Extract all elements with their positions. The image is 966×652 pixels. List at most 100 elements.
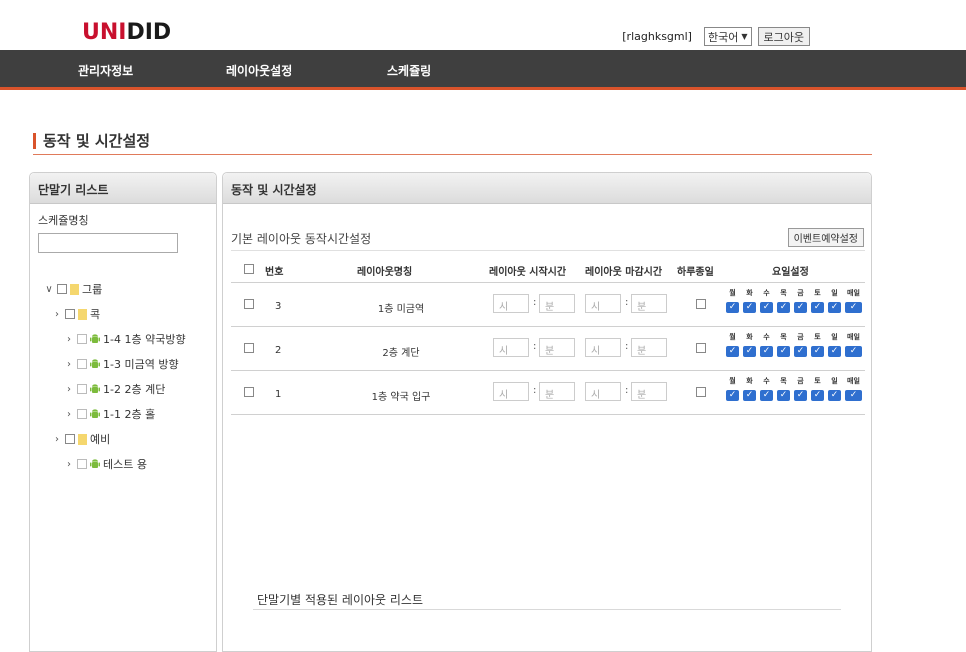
day-checkbox-everyday[interactable]: ✓ (845, 302, 862, 313)
tree-checkbox[interactable] (77, 409, 87, 419)
day-checkbox-tue[interactable]: ✓ (743, 302, 756, 313)
tree-checkbox[interactable] (57, 284, 67, 294)
time-colon: : (625, 297, 629, 308)
day-checkbox-tue[interactable]: ✓ (743, 346, 756, 357)
tree-checkbox[interactable] (77, 334, 87, 344)
day-label-wed: 수 (763, 377, 770, 385)
chevron-right-icon[interactable]: › (64, 384, 74, 395)
tree-node-folder[interactable]: › 콕 (52, 306, 100, 322)
day-checkbox-sat[interactable]: ✓ (811, 302, 824, 313)
day-checkbox-sun[interactable]: ✓ (828, 302, 841, 313)
day-checkbox-thu[interactable]: ✓ (777, 390, 790, 401)
tree-node-device[interactable]: › 1-1 2층 홀 (64, 406, 155, 422)
day-checkbox-sun[interactable]: ✓ (828, 390, 841, 401)
end-minute-input[interactable]: 분 (631, 338, 667, 357)
nav-item-admin-info[interactable]: 관리자정보 (78, 62, 133, 79)
row-checkbox[interactable] (244, 343, 254, 353)
day-checkbox-everyday[interactable]: ✓ (845, 390, 862, 401)
end-hour-input[interactable]: 시 (585, 382, 621, 401)
day-checkbox-wed[interactable]: ✓ (760, 346, 773, 357)
select-all-checkbox[interactable] (244, 264, 254, 274)
chevron-right-icon[interactable]: › (64, 409, 74, 420)
start-hour-input[interactable]: 시 (493, 382, 529, 401)
nav-item-scheduling[interactable]: 스케쥴링 (387, 62, 431, 79)
day-checkbox-wed[interactable]: ✓ (760, 390, 773, 401)
action-time-panel: 동작 및 시간설정 기본 레이아웃 동작시간설정 이벤트예약설정 번호 레이아웃… (222, 172, 872, 652)
folder-icon (70, 283, 79, 295)
tree-node-device[interactable]: › 테스트 용 (64, 456, 147, 472)
tree-checkbox[interactable] (77, 459, 87, 469)
start-hour-input[interactable]: 시 (493, 338, 529, 357)
day-checkbox-sun[interactable]: ✓ (828, 346, 841, 357)
android-icon (90, 333, 100, 343)
tree-node-group[interactable]: ∨ 그룹 (44, 281, 102, 297)
chevron-right-icon[interactable]: › (64, 334, 74, 345)
tree-checkbox[interactable] (65, 309, 75, 319)
day-checkbox-fri[interactable]: ✓ (794, 346, 807, 357)
row-checkbox[interactable] (244, 299, 254, 309)
day-label-sat: 토 (814, 377, 821, 385)
android-icon (90, 458, 100, 468)
tree-checkbox[interactable] (77, 384, 87, 394)
day-checkbox-mon[interactable]: ✓ (726, 346, 739, 357)
start-minute-input[interactable]: 분 (539, 338, 575, 357)
day-settings: 월 화 수 목 금 토 일 매일 ✓ ✓ ✓ ✓ ✓ ✓ ✓ ✓ (726, 332, 864, 357)
tree-checkbox[interactable] (65, 434, 75, 444)
tree-node-folder[interactable]: › 예비 (52, 431, 110, 447)
chevron-right-icon[interactable]: › (52, 434, 62, 445)
tree-node-device[interactable]: › 1-4 1층 약국방향 (64, 331, 186, 347)
day-checkbox-sat[interactable]: ✓ (811, 390, 824, 401)
chevron-right-icon[interactable]: › (64, 359, 74, 370)
chevron-right-icon[interactable]: › (64, 459, 74, 470)
user-id: [rlaghksgml] (622, 30, 692, 43)
tree-node-device[interactable]: › 1-2 2층 계단 (64, 381, 165, 397)
row-layout-name: 1층 미금역 (377, 304, 425, 315)
tree-node-device[interactable]: › 1-3 미금역 방향 (64, 356, 179, 372)
top-header: UNIDID [rlaghksgml] 한국어 ▼ 로그아웃 (0, 0, 966, 50)
day-checkbox-mon[interactable]: ✓ (726, 390, 739, 401)
nav-item-layout-settings[interactable]: 레이아웃설정 (226, 62, 292, 79)
day-checkbox-thu[interactable]: ✓ (777, 346, 790, 357)
event-reservation-button[interactable]: 이벤트예약설정 (787, 228, 864, 247)
day-checkbox-fri[interactable]: ✓ (794, 390, 807, 401)
end-minute-input[interactable]: 분 (631, 382, 667, 401)
chevron-down-icon[interactable]: ∨ (44, 284, 54, 295)
row-checkbox[interactable] (244, 387, 254, 397)
logo-part-uni: UNI (82, 20, 127, 45)
table-row: 3 1층 미금역 시 : 분 시 : 분 월 화 수 목 금 토 일 매일 ✓ … (231, 283, 865, 327)
row-layout-name: 1층 약국 입구 (371, 392, 431, 403)
all-day-checkbox[interactable] (696, 387, 706, 397)
start-minute-input[interactable]: 분 (539, 382, 575, 401)
end-hour-input[interactable]: 시 (585, 294, 621, 313)
logout-button[interactable]: 로그아웃 (757, 27, 810, 46)
day-label-fri: 금 (797, 289, 804, 297)
row-number: 3 (275, 301, 282, 312)
col-start-time: 레이아웃 시작시간 (489, 267, 567, 278)
day-checkbox-everyday[interactable]: ✓ (845, 346, 862, 357)
day-checkbox-fri[interactable]: ✓ (794, 302, 807, 313)
end-minute-input[interactable]: 분 (631, 294, 667, 313)
day-checkbox-thu[interactable]: ✓ (777, 302, 790, 313)
start-hour-input[interactable]: 시 (493, 294, 529, 313)
tree-checkbox[interactable] (77, 359, 87, 369)
device-list-panel: 단말기 리스트 스케쥴명칭 ∨ 그룹 › 콕 › 1-4 1층 약국방향 › 1… (29, 172, 217, 652)
day-label-sun: 일 (831, 333, 838, 341)
device-layout-list-title: 단말기별 적용된 레이아웃 리스트 (257, 593, 424, 607)
start-minute-input[interactable]: 분 (539, 294, 575, 313)
col-end-time: 레이아웃 마감시간 (585, 267, 663, 278)
col-number: 번호 (265, 267, 284, 278)
chevron-right-icon[interactable]: › (52, 309, 62, 320)
all-day-checkbox[interactable] (696, 299, 706, 309)
android-icon (90, 408, 100, 418)
day-checkbox-mon[interactable]: ✓ (726, 302, 739, 313)
all-day-checkbox[interactable] (696, 343, 706, 353)
day-label-sat: 토 (814, 289, 821, 297)
language-select[interactable]: 한국어 ▼ (703, 27, 752, 46)
day-checkbox-wed[interactable]: ✓ (760, 302, 773, 313)
day-checkbox-sat[interactable]: ✓ (811, 346, 824, 357)
day-label-wed: 수 (763, 289, 770, 297)
end-hour-input[interactable]: 시 (585, 338, 621, 357)
unidid-logo[interactable]: UNIDID (82, 20, 171, 45)
schedule-name-input[interactable] (38, 233, 178, 253)
day-checkbox-tue[interactable]: ✓ (743, 390, 756, 401)
